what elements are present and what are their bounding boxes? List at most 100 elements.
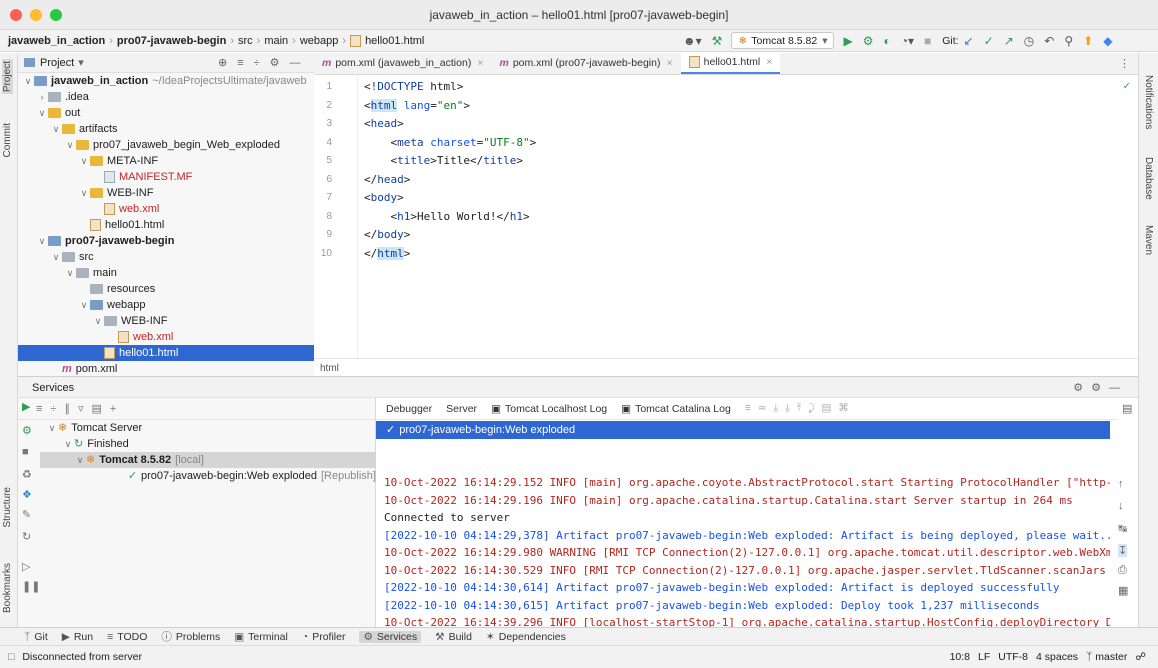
- breadcrumb-item[interactable]: src: [238, 35, 253, 47]
- console-tab[interactable]: Debugger: [386, 403, 432, 415]
- editor-tab[interactable]: m pom.xml (javaweb_in_action) ×: [314, 52, 491, 74]
- service-tree-item[interactable]: ✓ pro07-javaweb-begin:Web exploded [Republ…: [40, 468, 376, 484]
- maven-tool-tab[interactable]: Maven: [1143, 225, 1154, 255]
- project-tool-tab[interactable]: Project: [2, 59, 13, 95]
- close-tab-icon[interactable]: ×: [666, 57, 672, 69]
- user-icon[interactable]: ☻▾: [683, 34, 702, 48]
- service-tree-item[interactable]: ∨ ❄ Tomcat 8.5.82 [local]: [40, 452, 376, 468]
- close-tab-icon[interactable]: ×: [477, 57, 483, 69]
- run-icon[interactable]: ▶: [843, 34, 852, 48]
- expand-arrow-icon[interactable]: ∨: [36, 105, 48, 121]
- stop-icon[interactable]: ■: [924, 34, 931, 48]
- tree-item[interactable]: ∨ artifacts: [18, 121, 314, 137]
- editor-tab[interactable]: m pom.xml (pro07-javaweb-begin) ×: [491, 52, 680, 74]
- bottom-tab[interactable]: ✶ Dependencies: [486, 631, 566, 643]
- tree-item[interactable]: MANIFEST.MF: [18, 169, 314, 185]
- refresh-icon[interactable]: ↻: [22, 530, 31, 543]
- breadcrumb-item[interactable]: hello01.html: [350, 34, 424, 47]
- tree-item[interactable]: ∨ webapp: [18, 297, 314, 313]
- editor-breadcrumb[interactable]: html: [314, 358, 1138, 376]
- tree-item[interactable]: ∨ javaweb_in_action ~/IdeaProjectsUltimate…: [18, 73, 314, 89]
- tree-item[interactable]: ∨ src: [18, 249, 314, 265]
- plugin-icon[interactable]: ◆: [1103, 34, 1112, 48]
- tree-item[interactable]: ∨ pro07_javaweb_begin_Web_exploded: [18, 137, 314, 153]
- code-editor[interactable]: ✓ <!DOCTYPE html> <html lang="en"> <head> …: [358, 75, 1138, 358]
- debug-icon[interactable]: ⚙: [863, 34, 874, 48]
- lock-icon[interactable]: ☍: [1135, 651, 1146, 663]
- line-separator[interactable]: LF: [978, 651, 990, 663]
- deployment-row[interactable]: ✓ pro07-javaweb-begin:Web exploded: [376, 421, 1110, 439]
- editor-tab[interactable]: hello01.html ×: [680, 52, 781, 74]
- profile-icon[interactable]: ◔▾: [901, 34, 914, 48]
- expand-arrow-icon[interactable]: ∨: [36, 233, 48, 249]
- breadcrumb-item[interactable]: webapp: [300, 35, 339, 47]
- bottom-tab[interactable]: ≡ TODO: [107, 631, 147, 643]
- tree-item[interactable]: ∨ WEB-INF: [18, 313, 314, 329]
- git-commit-icon[interactable]: ✓: [984, 34, 994, 48]
- chevron-down-icon[interactable]: ▾: [78, 56, 84, 69]
- console-tab[interactable]: ▣ Tomcat Catalina Log: [621, 403, 731, 415]
- notifications-tool-tab[interactable]: Notifications: [1143, 75, 1154, 129]
- expand-arrow-icon[interactable]: ∨: [46, 420, 58, 436]
- git-push-icon[interactable]: ↗: [1004, 34, 1014, 48]
- console-log[interactable]: 10-Oct-2022 16:14:29.152 INFO [main] org…: [376, 472, 1110, 627]
- tree-item[interactable]: hello01.html: [18, 217, 314, 233]
- pause-icon[interactable]: ❚❚: [22, 580, 40, 593]
- run-icon[interactable]: ▶: [22, 400, 30, 413]
- scroll-down-icon[interactable]: ↓: [1118, 500, 1124, 512]
- close-window-button[interactable]: [10, 9, 22, 21]
- breadcrumb-item[interactable]: javaweb_in_action: [8, 35, 105, 47]
- git-update-icon[interactable]: ↙: [964, 34, 974, 48]
- bottom-tab[interactable]: ⚙ Services: [359, 630, 422, 643]
- expand-arrow-icon[interactable]: ∨: [78, 153, 90, 169]
- deploy-icon[interactable]: ♻: [22, 468, 32, 481]
- console-toolbar-icons[interactable]: ≡ ≃ ⤓ ⤓ ⤒ ⤸ ▤ ⌘: [745, 402, 851, 415]
- soft-wrap-icon[interactable]: ↹: [1118, 522, 1127, 535]
- expand-arrow-icon[interactable]: ∨: [78, 297, 90, 313]
- bottom-tab[interactable]: ▶ Run: [62, 631, 93, 643]
- tree-item[interactable]: web.xml: [18, 329, 314, 345]
- settings-icon[interactable]: ✎: [22, 508, 31, 521]
- coverage-icon[interactable]: ◐: [883, 34, 890, 48]
- scroll-up-icon[interactable]: ↑: [1118, 478, 1124, 490]
- tree-item[interactable]: hello01.html: [18, 345, 314, 361]
- bookmarks-tool-tab[interactable]: Bookmarks: [2, 563, 13, 613]
- step-icon[interactable]: ▷: [22, 560, 30, 573]
- service-tree-item[interactable]: ∨ ↻ Finished: [40, 436, 376, 452]
- bottom-tab[interactable]: ᛉ Git: [24, 631, 48, 643]
- expand-arrow-icon[interactable]: ›: [36, 89, 48, 105]
- debug-icon[interactable]: ⚙: [22, 424, 32, 437]
- tree-item[interactable]: ∨ pro07-javaweb-begin: [18, 233, 314, 249]
- close-tab-icon[interactable]: ×: [766, 56, 772, 68]
- console-tab[interactable]: ▣ Tomcat Localhost Log: [491, 403, 607, 415]
- tree-item[interactable]: web.xml: [18, 201, 314, 217]
- hammer-icon[interactable]: ⚒: [712, 34, 723, 48]
- commit-tool-tab[interactable]: Commit: [2, 123, 13, 157]
- bottom-tab[interactable]: ◔ Profiler: [302, 631, 346, 643]
- indent-setting[interactable]: 4 spaces: [1036, 651, 1078, 663]
- inspection-ok-icon[interactable]: ✓: [1123, 79, 1130, 92]
- database-tool-tab[interactable]: Database: [1143, 157, 1154, 200]
- expand-arrow-icon[interactable]: ∨: [50, 121, 62, 137]
- cursor-position[interactable]: 10:8: [950, 651, 970, 663]
- services-panel-actions[interactable]: ⚙⚙—: [1073, 381, 1128, 394]
- breadcrumb-item[interactable]: pro07-javaweb-begin: [117, 35, 226, 47]
- stop-icon[interactable]: ■: [22, 446, 29, 458]
- file-encoding[interactable]: UTF-8: [998, 651, 1028, 663]
- expand-arrow-icon[interactable]: ∨: [22, 73, 34, 89]
- bottom-tab[interactable]: ⚒ Build: [435, 631, 472, 643]
- panel-toggle-icon[interactable]: □: [8, 651, 14, 663]
- expand-arrow-icon[interactable]: ∨: [64, 265, 76, 281]
- console-tab[interactable]: Server: [446, 403, 477, 415]
- minimize-window-button[interactable]: [30, 9, 42, 21]
- rollback-icon[interactable]: ↶: [1044, 34, 1054, 48]
- expand-arrow-icon[interactable]: ∨: [78, 185, 90, 201]
- services-toolbar-icons[interactable]: ≡÷∥▿▤+: [36, 402, 124, 415]
- history-icon[interactable]: ◷: [1024, 34, 1034, 48]
- structure-tool-tab[interactable]: Structure: [2, 487, 13, 528]
- service-tree-item[interactable]: ∨ ❄ Tomcat Server: [40, 420, 376, 436]
- expand-arrow-icon[interactable]: ∨: [74, 452, 86, 468]
- tree-item[interactable]: › .idea: [18, 89, 314, 105]
- tree-item[interactable]: resources: [18, 281, 314, 297]
- tree-item[interactable]: ∨ main: [18, 265, 314, 281]
